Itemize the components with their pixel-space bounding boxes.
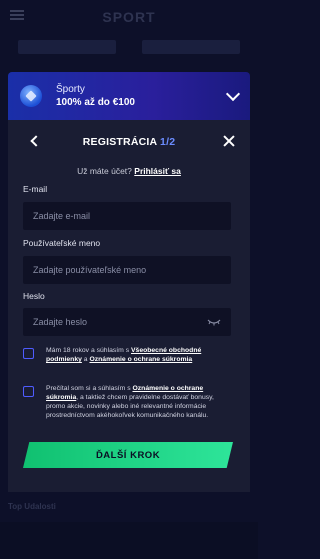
marketing-consent: Prečítal som si a súhlasím s Oznámenie o… — [23, 384, 233, 420]
consent1-prefix: Mám 18 rokov a súhlasím s — [46, 347, 131, 354]
modal-title-text: REGISTRÁCIA — [82, 136, 157, 148]
username-label: Používateľské meno — [23, 238, 101, 248]
promo-banner[interactable]: Športy 100% až do €100 — [8, 72, 250, 120]
password-label: Heslo — [23, 291, 45, 301]
email-field[interactable]: Zadajte e-mail — [23, 202, 231, 230]
marketing-text: Prečítal som si a súhlasím s Oznámenie o… — [46, 384, 233, 420]
modal-title: REGISTRÁCIA 1/2 — [83, 136, 175, 148]
step-indicator: 1/2 — [160, 136, 176, 148]
age-terms-consent: Mám 18 rokov a súhlasím s Všeobecné obch… — [23, 346, 233, 364]
background-header: SPORT — [0, 0, 258, 34]
promo-title: Športy — [56, 84, 85, 95]
background-tab — [18, 40, 116, 54]
email-placeholder: Zadajte e-mail — [33, 211, 91, 221]
username-field[interactable]: Zadajte používateľské meno — [23, 256, 231, 284]
background-bottom-bar — [0, 522, 258, 559]
eye-closed-icon[interactable] — [207, 318, 221, 326]
site-logo: SPORT — [102, 9, 156, 25]
promo-text: Športy 100% až do €100 — [56, 84, 228, 108]
background-footer-row: Top Udalosti — [8, 502, 250, 511]
age-terms-checkbox[interactable] — [23, 348, 34, 359]
next-step-button[interactable]: ĎALŠÍ KROK — [23, 442, 233, 468]
soccer-ball-icon — [20, 85, 42, 107]
promo-subtitle: 100% až do €100 — [56, 97, 135, 108]
email-label: E-mail — [23, 184, 48, 194]
login-prompt-text: Už máte účet? — [77, 166, 132, 176]
marketing-checkbox[interactable] — [23, 386, 34, 397]
background-section-title: Top Udalosti — [8, 502, 56, 511]
close-icon[interactable] — [222, 134, 236, 148]
consent2-prefix: Prečítal som si a súhlasím s — [46, 385, 133, 392]
menu-icon — [10, 10, 24, 20]
modal-header: REGISTRÁCIA 1/2 — [8, 132, 250, 152]
password-placeholder: Zadajte heslo — [33, 317, 88, 327]
password-field[interactable]: Zadajte heslo — [23, 308, 231, 336]
registration-modal: REGISTRÁCIA 1/2 Už máte účet? Prihlásiť … — [8, 120, 250, 492]
background-tabs — [18, 40, 240, 54]
age-terms-text: Mám 18 rokov a súhlasím s Všeobecné obch… — [46, 346, 233, 364]
login-link[interactable]: Prihlásiť sa — [134, 166, 181, 176]
login-prompt: Už máte účet? Prihlásiť sa — [8, 166, 250, 176]
background-tab — [142, 40, 240, 54]
privacy-link[interactable]: Oznámenie o ochrane súkromia — [89, 356, 192, 363]
chevron-down-icon[interactable] — [225, 86, 241, 102]
back-arrow-icon[interactable] — [30, 135, 42, 147]
username-placeholder: Zadajte používateľské meno — [33, 265, 147, 275]
